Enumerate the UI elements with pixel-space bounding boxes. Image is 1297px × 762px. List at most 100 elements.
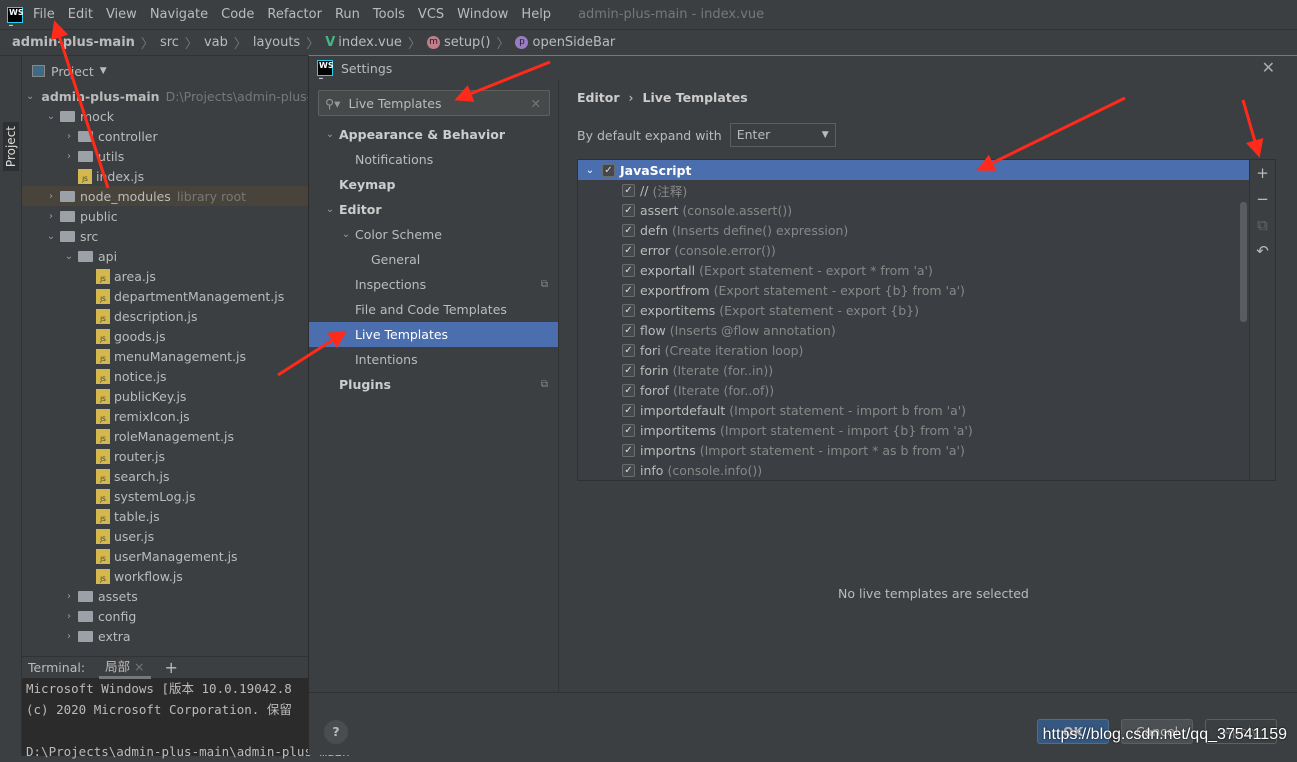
close-icon[interactable]: ✕ — [1262, 58, 1275, 77]
breadcrumb-item[interactable]: index.vue — [338, 35, 402, 50]
template-checkbox[interactable]: ✓ — [622, 343, 635, 357]
tree-item[interactable]: JS publicKey.js — [22, 386, 308, 406]
nav-general[interactable]: General — [309, 247, 558, 272]
chevron-down-icon[interactable]: ⌄ — [44, 111, 58, 122]
template-checkbox[interactable]: ✓ — [622, 323, 635, 337]
tree-item[interactable]: ⌄ api — [22, 246, 308, 266]
tree-item[interactable]: JS remixIcon.js — [22, 406, 308, 426]
tree-item[interactable]: JS roleManagement.js — [22, 426, 308, 446]
menu-run[interactable]: Run — [335, 7, 360, 22]
nav-live-templates[interactable]: Live Templates — [309, 322, 558, 347]
vertical-scrollbar[interactable] — [1240, 202, 1247, 322]
menu-code[interactable]: Code — [221, 7, 254, 22]
tree-item[interactable]: JS area.js — [22, 266, 308, 286]
tree-item[interactable]: › controller — [22, 126, 308, 146]
settings-search-input[interactable]: ⚲▾ Live Templates ✕ — [318, 90, 550, 116]
template-checkbox[interactable]: ✓ — [622, 283, 635, 297]
tree-item[interactable]: ⌄ admin-plus-main D:\Projects\admin-plus-m… — [22, 86, 308, 106]
template-item[interactable]: ✓ forin (Iterate (for..in)) — [578, 360, 1249, 380]
add-icon[interactable]: + — [1250, 160, 1275, 186]
tree-item[interactable]: JS router.js — [22, 446, 308, 466]
nav-editor[interactable]: ⌄ Editor — [309, 197, 558, 222]
template-checkbox[interactable]: ✓ — [622, 403, 635, 417]
restore-icon[interactable]: ↶ — [1250, 238, 1275, 264]
terminal-tab[interactable]: 局部 × — [99, 657, 151, 679]
breadcrumb-item[interactable]: admin-plus-main — [12, 35, 135, 50]
help-button[interactable]: ? — [324, 720, 348, 744]
template-checkbox[interactable]: ✓ — [622, 263, 635, 277]
tree-item[interactable]: › assets — [22, 586, 308, 606]
chevron-down-icon[interactable]: ⌄ — [578, 165, 602, 176]
clear-search-icon[interactable]: ✕ — [531, 96, 541, 111]
menu-vcs[interactable]: VCS — [418, 7, 444, 22]
menu-window[interactable]: Window — [457, 7, 508, 22]
tree-item[interactable]: JS workflow.js — [22, 566, 308, 586]
menu-refactor[interactable]: Refactor — [267, 7, 322, 22]
chevron-right-icon[interactable]: › — [62, 631, 76, 642]
breadcrumb-item[interactable]: layouts — [253, 35, 300, 50]
breadcrumb-item[interactable]: setup() — [444, 35, 491, 50]
new-terminal-button[interactable]: + — [165, 658, 178, 677]
breadcrumb-editor[interactable]: Editor — [577, 90, 620, 105]
copy-icon[interactable]: ⧉ — [1250, 212, 1275, 238]
template-item[interactable]: ✓ exportall (Export statement - export * f… — [578, 260, 1249, 280]
menu-edit[interactable]: Edit — [68, 7, 93, 22]
menu-help[interactable]: Help — [521, 7, 551, 22]
chevron-right-icon[interactable]: › — [44, 211, 58, 222]
tree-item[interactable]: › config — [22, 606, 308, 626]
menu-navigate[interactable]: Navigate — [150, 7, 208, 22]
template-checkbox[interactable]: ✓ — [622, 183, 635, 197]
template-checkbox[interactable]: ✓ — [622, 203, 635, 217]
tree-item[interactable]: JS user.js — [22, 526, 308, 546]
nav-appearance-behavior[interactable]: ⌄ Appearance & Behavior — [309, 122, 558, 147]
chevron-down-icon[interactable]: ▼ — [100, 66, 107, 76]
chevron-right-icon[interactable]: › — [44, 191, 58, 202]
menu-view[interactable]: View — [106, 7, 137, 22]
breadcrumb-item[interactable]: vab — [204, 35, 228, 50]
tree-item[interactable]: JS search.js — [22, 466, 308, 486]
chevron-right-icon[interactable]: › — [62, 151, 76, 162]
tree-item[interactable]: JS menuManagement.js — [22, 346, 308, 366]
menu-tools[interactable]: Tools — [373, 7, 405, 22]
tree-item[interactable]: JS departmentManagement.js — [22, 286, 308, 306]
nav-plugins[interactable]: Plugins ⧉ — [309, 372, 558, 397]
nav-color-scheme[interactable]: ⌄ Color Scheme — [309, 222, 558, 247]
tree-item[interactable]: JS index.js — [22, 166, 308, 186]
project-tool-button[interactable]: Project — [3, 122, 19, 172]
template-checkbox[interactable]: ✓ — [622, 363, 635, 377]
template-item[interactable]: ✓ assert (console.assert()) — [578, 200, 1249, 220]
template-item[interactable]: ✓ importns (Import statement - import * as… — [578, 440, 1249, 460]
template-item[interactable]: ✓ exportitems (Export statement - export {… — [578, 300, 1249, 320]
tree-item[interactable]: ⌄ mock — [22, 106, 308, 126]
template-item[interactable]: ✓ importdefault (Import statement - import… — [578, 400, 1249, 420]
tree-item[interactable]: ⌄ src — [22, 226, 308, 246]
nav-intentions[interactable]: Intentions — [309, 347, 558, 372]
expand-key-select[interactable]: Enter ▼ — [729, 123, 836, 147]
breadcrumb-item[interactable]: openSideBar — [532, 35, 615, 50]
chevron-down-icon[interactable]: ⌄ — [44, 231, 58, 242]
tree-item[interactable]: › utils — [22, 146, 308, 166]
chevron-down-icon[interactable]: ⌄ — [62, 251, 76, 262]
template-item[interactable]: ✓ info (console.info()) — [578, 460, 1249, 480]
search-value[interactable]: Live Templates — [348, 96, 441, 111]
tree-item[interactable]: JS notice.js — [22, 366, 308, 386]
terminal-output[interactable]: Microsoft Windows [版本 10.0.19042.8 (c) 20… — [22, 678, 357, 762]
template-group-javascript[interactable]: ⌄ ✓ JavaScript — [578, 160, 1249, 180]
template-checkbox[interactable]: ✓ — [622, 423, 635, 437]
template-item[interactable]: ✓ exportfrom (Export statement - export {b… — [578, 280, 1249, 300]
nav-inspections[interactable]: Inspections ⧉ — [309, 272, 558, 297]
template-checkbox[interactable]: ✓ — [622, 463, 635, 477]
project-panel-header[interactable]: Project ▼ — [22, 56, 308, 86]
template-checkbox[interactable]: ✓ — [622, 303, 635, 317]
template-checkbox[interactable]: ✓ — [622, 223, 635, 237]
tree-item[interactable]: JS description.js — [22, 306, 308, 326]
template-checkbox[interactable]: ✓ — [622, 243, 635, 257]
menu-file[interactable]: File — [33, 7, 55, 22]
template-item[interactable]: ✓ defn (Inserts define() expression) — [578, 220, 1249, 240]
template-item[interactable]: ✓ forof (Iterate (for..of)) — [578, 380, 1249, 400]
template-checkbox[interactable]: ✓ — [622, 383, 635, 397]
tree-item[interactable]: JS table.js — [22, 506, 308, 526]
template-item[interactable]: ✓ flow (Inserts @flow annotation) — [578, 320, 1249, 340]
chevron-right-icon[interactable]: › — [62, 131, 76, 142]
template-item[interactable]: ✓ importitems (Import statement - import {… — [578, 420, 1249, 440]
